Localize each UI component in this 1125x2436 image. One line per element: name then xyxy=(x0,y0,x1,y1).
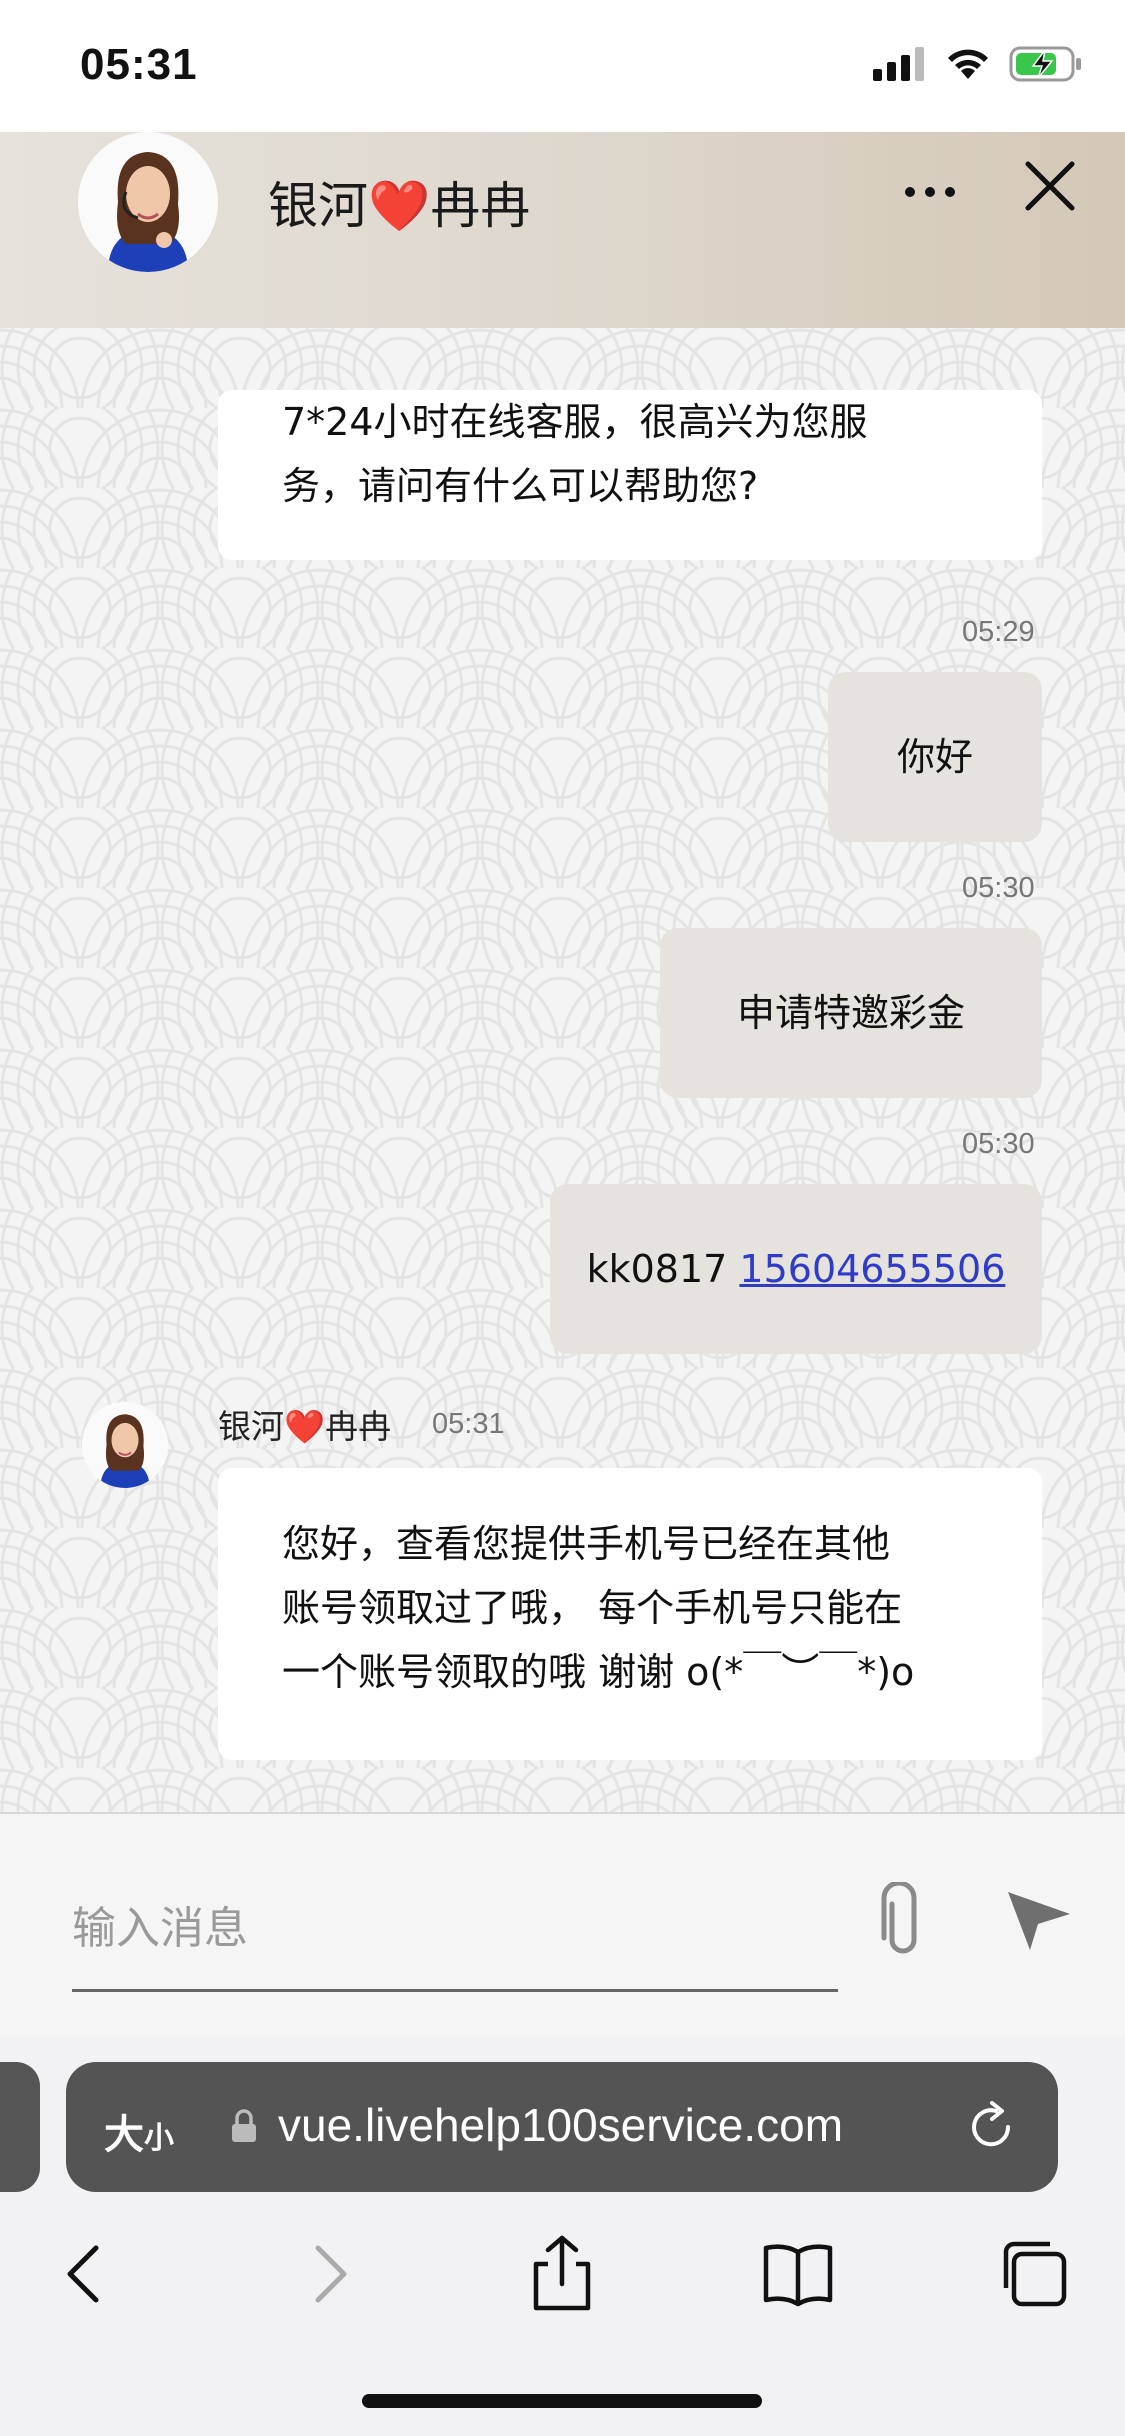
chat-title-suffix: 冉冉 xyxy=(430,177,531,235)
user-message-bubble: kk0817 15604655506 xyxy=(550,1184,1042,1354)
chat-area[interactable]: 7*24小时在线客服，很高兴为您服 务，请问有什么可以帮助您? 05:29 你好… xyxy=(0,328,1125,1812)
message-timestamp: 05:30 xyxy=(962,872,1035,904)
message-line: 账号领取过了哦， 每个手机号只能在 xyxy=(282,1586,903,1630)
more-options-icon[interactable] xyxy=(900,172,960,212)
browser-toolbar: 大小 vue.livehelp100service.com xyxy=(0,2036,1125,2436)
previous-tab-preview[interactable] xyxy=(0,2062,40,2192)
message-text: 申请特邀彩金 xyxy=(736,991,965,1035)
message-timestamp: 05:30 xyxy=(962,1128,1035,1160)
chat-header: 银河❤️冉冉 xyxy=(0,132,1125,328)
battery-charging-icon xyxy=(1009,46,1081,82)
address-bar[interactable]: 大小 vue.livehelp100service.com xyxy=(66,2062,1058,2192)
agent-message-bubble: 7*24小时在线客服，很高兴为您服 务，请问有什么可以帮助您? xyxy=(218,390,1042,560)
text-size-button[interactable]: 大小 xyxy=(104,2102,174,2160)
message-timestamp: 05:29 xyxy=(962,616,1035,648)
chat-title: 银河❤️冉冉 xyxy=(268,166,530,238)
home-indicator[interactable] xyxy=(362,2394,762,2408)
heart-icon: ❤️ xyxy=(368,177,431,235)
message-line: 7*24小时在线客服，很高兴为您服 xyxy=(282,400,868,444)
reload-icon[interactable] xyxy=(962,2098,1020,2156)
message-input[interactable]: 输入消息 xyxy=(72,1884,838,1992)
attachment-paperclip-icon[interactable] xyxy=(872,1882,934,1962)
status-bar: 05:31 xyxy=(0,0,1125,132)
message-text: kk0817 xyxy=(586,1247,740,1291)
wifi-icon xyxy=(948,49,988,79)
close-icon[interactable] xyxy=(1022,158,1078,214)
agent-avatar[interactable] xyxy=(78,132,218,272)
agent-message-bubble: 您好，查看您提供手机号已经在其他 账号领取过了哦， 每个手机号只能在 一个账号领… xyxy=(218,1468,1042,1760)
bookmarks-icon[interactable] xyxy=(758,2234,838,2314)
sender-name: 银河❤️冉冉 xyxy=(218,1407,392,1446)
message-timestamp: 05:31 xyxy=(432,1408,505,1440)
url-text: vue.livehelp100service.com xyxy=(278,2099,844,2151)
message-line: 一个账号领取的哦 谢谢 o(*￣︶￣*)o xyxy=(282,1650,915,1694)
agent-portrait-icon xyxy=(78,132,218,272)
message-line: 务，请问有什么可以帮助您? xyxy=(282,464,759,508)
status-time: 05:31 xyxy=(80,40,198,89)
send-icon[interactable] xyxy=(1004,1884,1074,1954)
share-icon[interactable] xyxy=(522,2234,602,2314)
tabs-icon[interactable] xyxy=(994,2234,1074,2314)
message-composer: 输入消息 xyxy=(0,1812,1125,2036)
agent-avatar-small[interactable] xyxy=(82,1402,168,1488)
user-message-bubble: 申请特邀彩金 xyxy=(660,928,1042,1098)
cellular-signal-icon xyxy=(873,47,924,81)
user-message-bubble: 你好 xyxy=(828,672,1042,842)
phone-number-link[interactable]: 15604655506 xyxy=(739,1237,1005,1301)
message-text: 你好 xyxy=(896,735,973,779)
message-line: 您好，查看您提供手机号已经在其他 xyxy=(282,1522,891,1566)
lock-icon xyxy=(232,2109,256,2142)
agent-portrait-icon xyxy=(82,1402,168,1488)
status-icons xyxy=(873,46,1083,82)
forward-icon[interactable] xyxy=(288,2234,368,2314)
back-icon[interactable] xyxy=(46,2234,126,2314)
chat-title-prefix: 银河 xyxy=(268,177,368,235)
